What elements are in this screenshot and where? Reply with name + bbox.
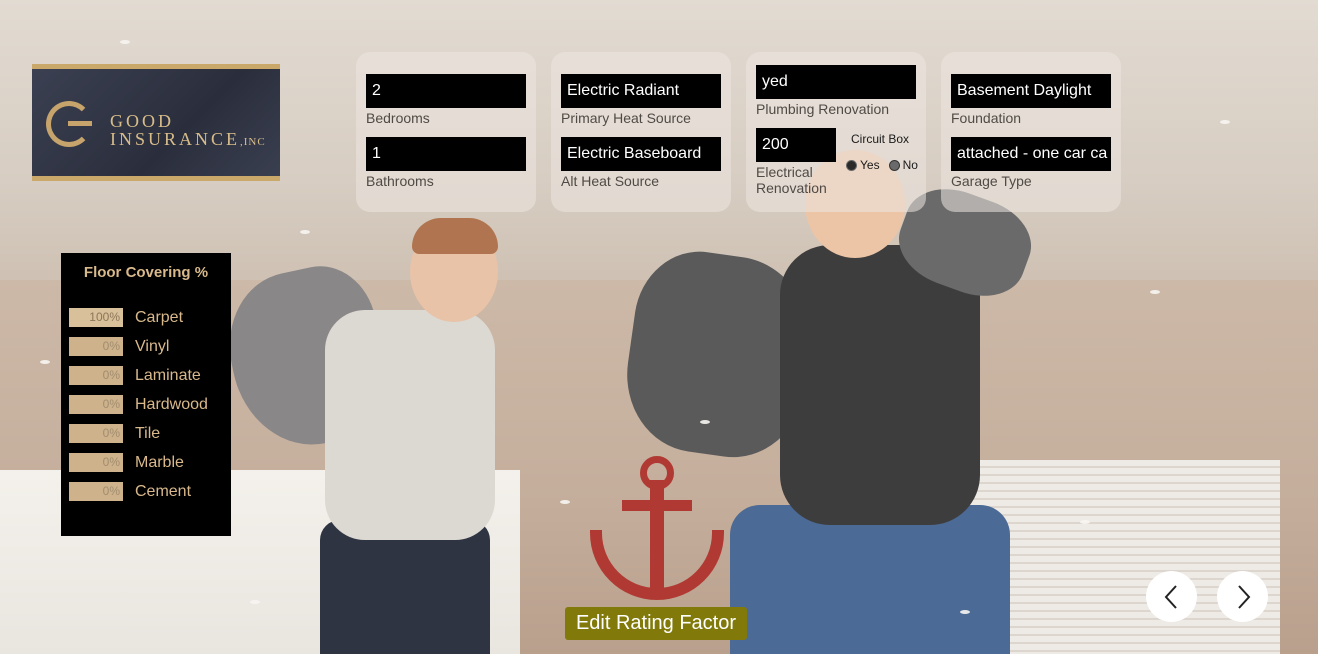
circuit-box-options: Yes No (846, 158, 918, 172)
circuit-box-no-radio[interactable] (888, 159, 900, 171)
circuit-box-label: Circuit Box (851, 132, 910, 146)
circuit-box-yes-label: Yes (860, 158, 880, 172)
primary-heat-field[interactable]: Electric Radiant (561, 74, 721, 108)
electrical-renovation-label: Electrical Renovation (756, 164, 827, 196)
foundation-label: Foundation (951, 110, 1022, 126)
bedrooms-field[interactable]: 2 (366, 74, 526, 108)
garage-type-field[interactable]: attached - one car ca (951, 137, 1111, 171)
alt-heat-field[interactable]: Electric Baseboard (561, 137, 721, 171)
floor-pct-input[interactable]: 0% (69, 453, 123, 472)
floor-covering-title: Floor Covering % (83, 264, 209, 281)
floor-material-label: Carpet (135, 308, 184, 326)
circuit-box-no-label: No (902, 158, 918, 172)
floor-pct-input[interactable]: 0% (69, 395, 123, 414)
chevron-left-icon (1164, 584, 1177, 609)
card-rooms: 2 Bedrooms 1 Bathrooms (356, 52, 536, 212)
floor-pct-input[interactable]: 0% (69, 337, 123, 356)
child-boy (412, 218, 498, 254)
logo-text-inc: ,INC (240, 136, 266, 148)
child-girl (730, 505, 1010, 654)
circuit-box-yes-radio[interactable] (846, 159, 857, 171)
floor-material-label: Tile (135, 424, 161, 442)
floor-material-label: Marble (135, 453, 184, 471)
floor-material-label: Cement (135, 482, 192, 500)
feather (250, 600, 260, 604)
prev-button[interactable] (1146, 571, 1197, 622)
floor-material-label: Laminate (135, 366, 201, 384)
child-boy (325, 310, 495, 540)
feather (40, 360, 50, 364)
bedrooms-label: Bedrooms (366, 110, 430, 126)
plumbing-renovation-field[interactable]: yed (756, 65, 916, 99)
floor-row-cement: 0% Cement (69, 482, 191, 501)
feather (960, 610, 970, 614)
feather (1220, 120, 1230, 124)
floor-pct-input[interactable]: 100% (69, 308, 123, 327)
feather (120, 40, 130, 44)
feather (300, 230, 310, 234)
feather (560, 500, 570, 504)
card-renovation: yed Plumbing Renovation 200 Electrical R… (746, 52, 926, 212)
electrical-label-line1: Electrical (756, 164, 813, 180)
logo-mark-icon (68, 121, 92, 126)
feather (1150, 290, 1160, 294)
garage-type-label: Garage Type (951, 173, 1032, 189)
foundation-field[interactable]: Basement Daylight (951, 74, 1111, 108)
floor-pct-input[interactable]: 0% (69, 482, 123, 501)
next-button[interactable] (1217, 571, 1268, 622)
alt-heat-label: Alt Heat Source (561, 173, 660, 189)
bathrooms-label: Bathrooms (366, 173, 434, 189)
floor-row-carpet: 100% Carpet (69, 308, 183, 327)
feather (700, 420, 710, 424)
card-structure: Basement Daylight Foundation attached - … (941, 52, 1121, 212)
anchor-decoration (622, 500, 692, 511)
floor-row-hardwood: 0% Hardwood (69, 395, 208, 414)
floor-material-label: Vinyl (135, 337, 170, 355)
company-logo: GOOD INSURANCE,INC (32, 64, 280, 181)
logo-text-insurance-main: INSURANCE (110, 129, 241, 149)
primary-heat-label: Primary Heat Source (561, 110, 691, 126)
electrical-renovation-field[interactable]: 200 (756, 128, 836, 162)
chevron-right-icon (1237, 584, 1250, 609)
floor-pct-input[interactable]: 0% (69, 366, 123, 385)
floor-row-marble: 0% Marble (69, 453, 184, 472)
plumbing-renovation-label: Plumbing Renovation (756, 101, 890, 117)
floor-row-vinyl: 0% Vinyl (69, 337, 169, 356)
floor-covering-panel: Floor Covering % 100% Carpet 0% Vinyl 0%… (61, 253, 231, 536)
card-heat: Electric Radiant Primary Heat Source Ele… (551, 52, 731, 212)
feather (1080, 520, 1090, 524)
floor-row-laminate: 0% Laminate (69, 366, 201, 385)
child-boy (320, 520, 490, 654)
floor-material-label: Hardwood (135, 395, 208, 413)
electrical-label-line2: Renovation (756, 180, 827, 196)
bathrooms-field[interactable]: 1 (366, 137, 526, 171)
edit-rating-factor-button[interactable]: Edit Rating Factor (565, 607, 747, 640)
logo-text-insurance: INSURANCE,INC (110, 129, 266, 150)
floor-row-tile: 0% Tile (69, 424, 160, 443)
floor-pct-input[interactable]: 0% (69, 424, 123, 443)
